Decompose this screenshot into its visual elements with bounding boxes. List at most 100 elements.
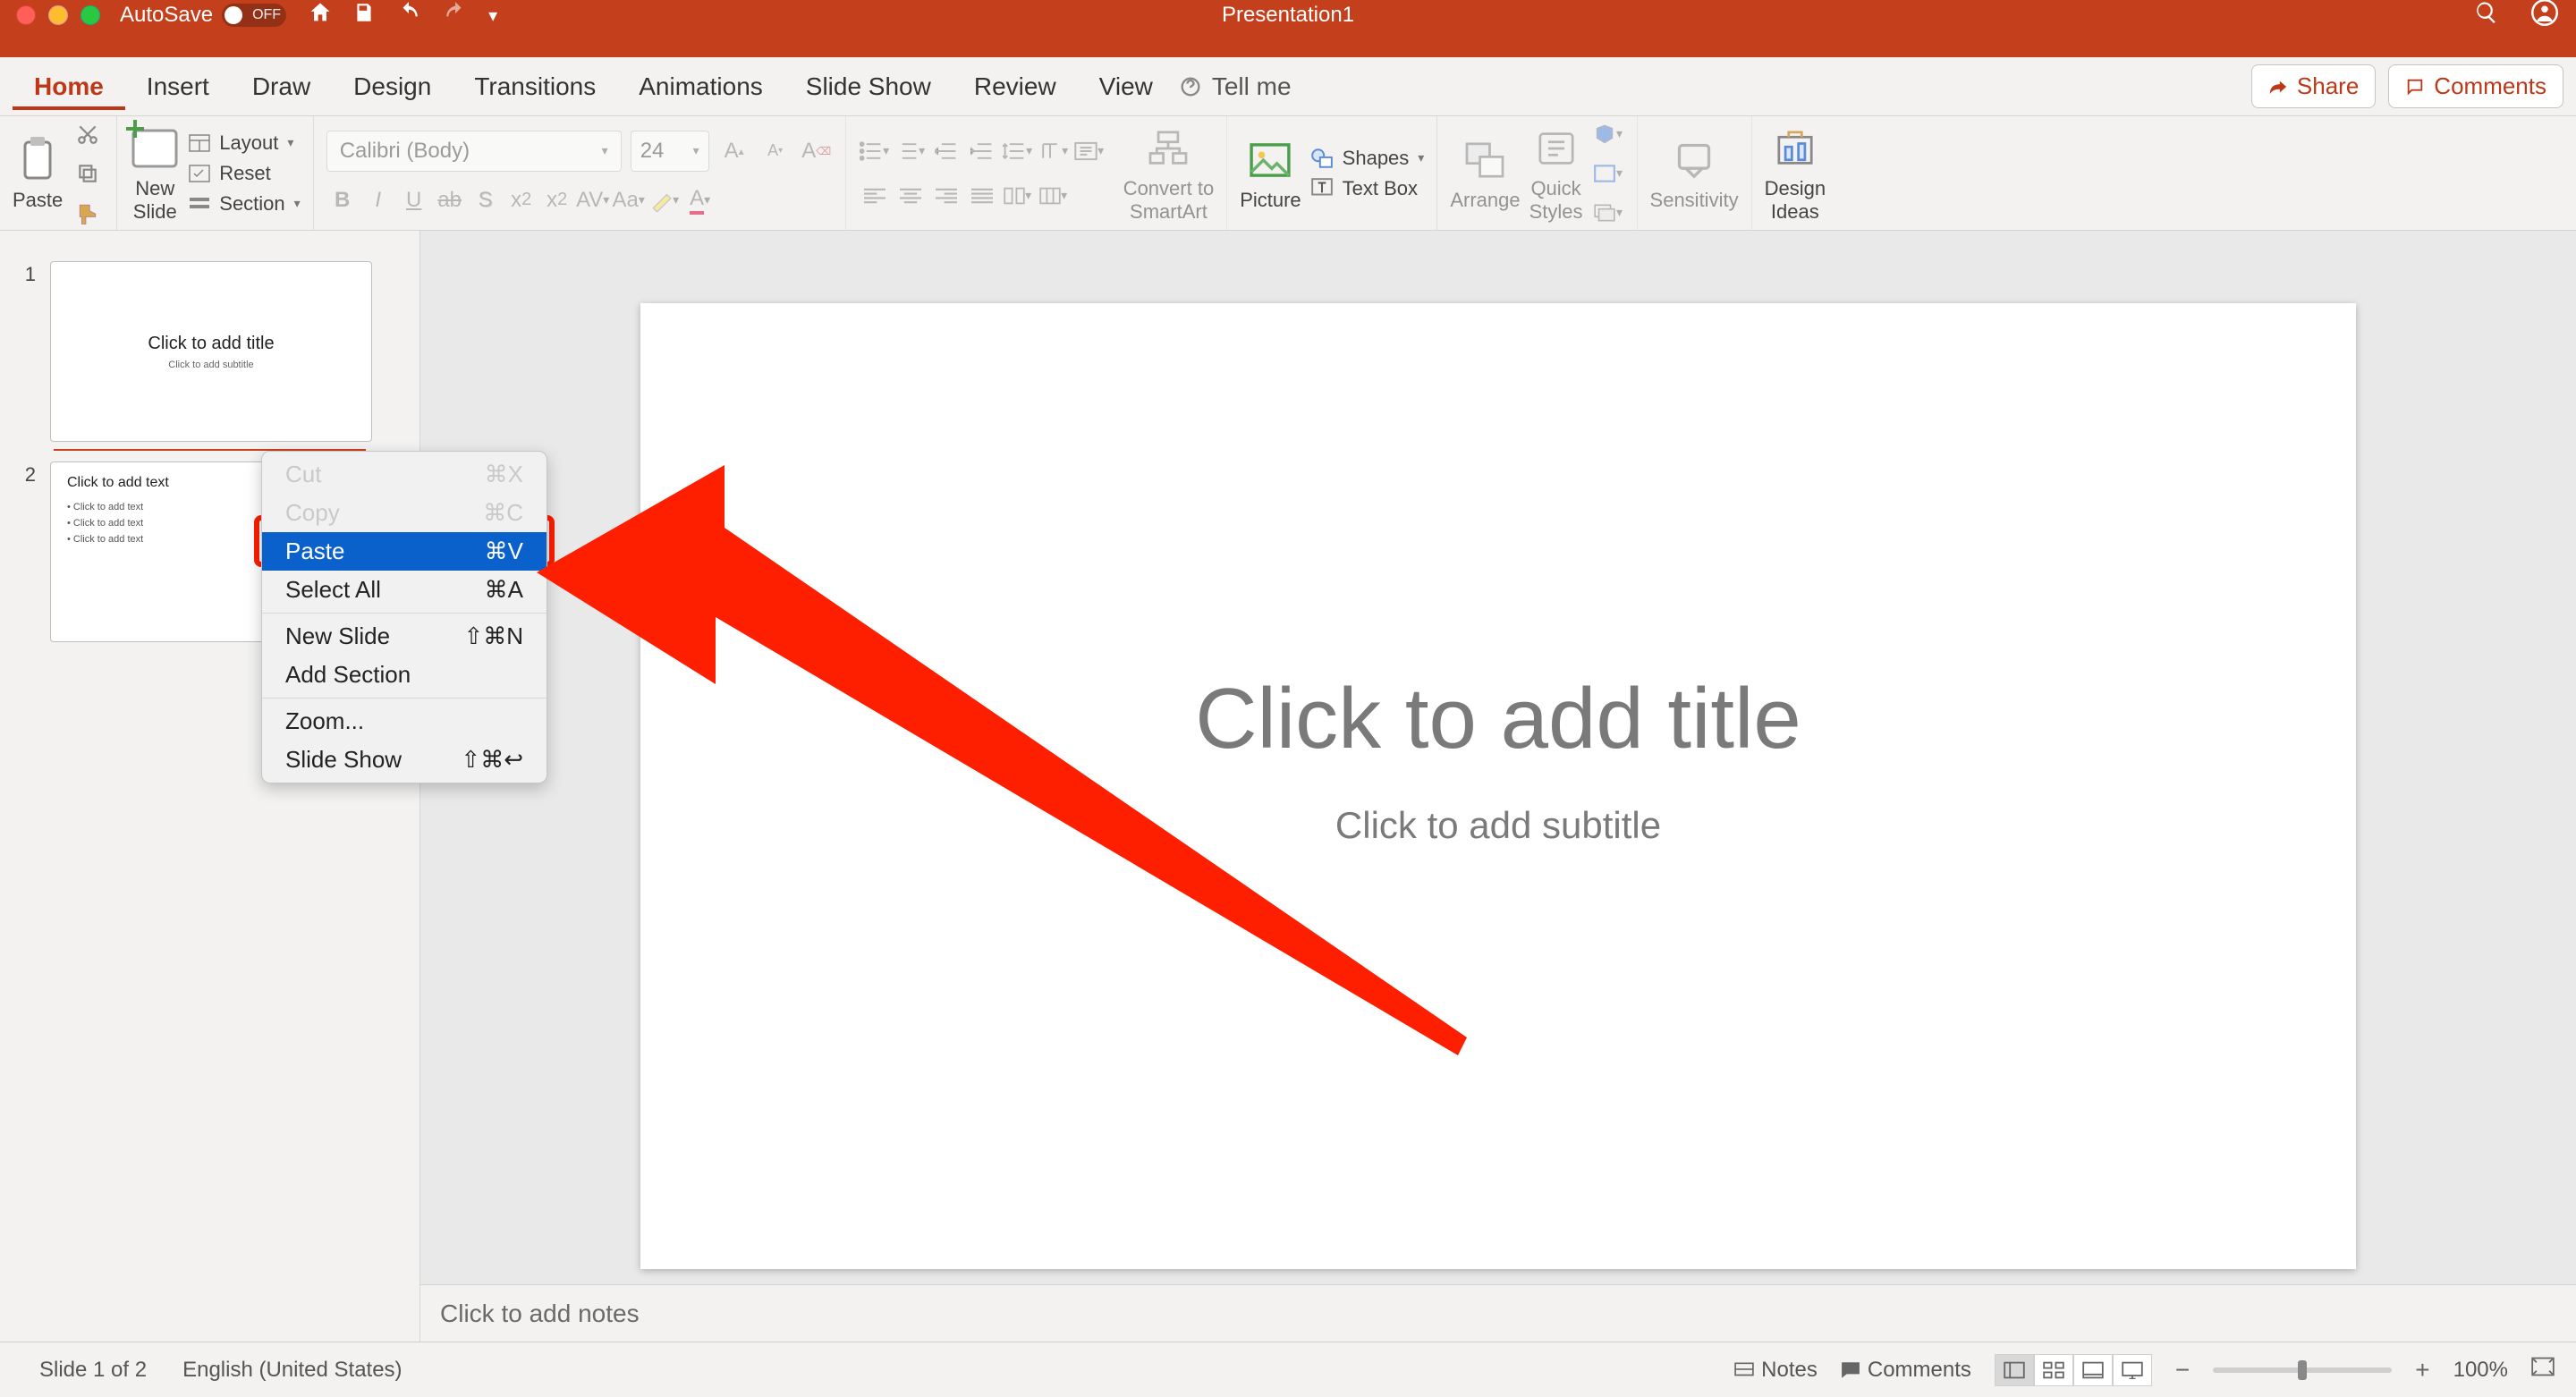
search-icon[interactable] <box>2474 0 2499 31</box>
status-comments-button[interactable]: Comments <box>1841 1358 1971 1383</box>
tab-animations[interactable]: Animations <box>617 64 784 110</box>
cut-icon[interactable] <box>72 118 104 150</box>
add-remove-columns-icon[interactable]: ▾ <box>1038 180 1070 212</box>
font-size-select[interactable]: 24▾ <box>631 131 709 172</box>
tab-slide-show[interactable]: Slide Show <box>784 64 953 110</box>
minimize-window-icon[interactable] <box>48 5 68 25</box>
italic-icon[interactable]: I <box>362 184 394 216</box>
font-color-icon[interactable]: A▾ <box>684 184 716 216</box>
numbering-icon[interactable]: ▾ <box>894 135 927 167</box>
underline-icon[interactable]: U <box>398 184 430 216</box>
align-left-icon[interactable] <box>859 180 891 212</box>
align-right-icon[interactable] <box>930 180 962 212</box>
character-spacing-icon[interactable]: AV▾ <box>577 184 609 216</box>
reset-button[interactable]: Reset <box>189 162 300 185</box>
shape-fill-icon[interactable]: ▾ <box>1592 118 1624 150</box>
shape-effects-icon[interactable]: ▾ <box>1592 197 1624 229</box>
change-case-icon[interactable]: Aa▾ <box>613 184 645 216</box>
close-window-icon[interactable] <box>16 5 36 25</box>
slide-editor[interactable]: Click to add title Click to add subtitle <box>420 231 2576 1342</box>
superscript-icon[interactable]: x2 <box>541 184 573 216</box>
ctx-slide-show[interactable]: Slide Show⇧⌘↩ <box>262 741 547 779</box>
increase-font-icon[interactable]: A▴ <box>718 135 750 167</box>
zoom-out-icon[interactable]: − <box>2175 1356 2190 1384</box>
maximize-window-icon[interactable] <box>80 5 100 25</box>
picture-button[interactable]: Picture <box>1240 135 1301 212</box>
tab-review[interactable]: Review <box>953 64 1078 110</box>
shapes-button[interactable]: Shapes▾ <box>1310 147 1425 170</box>
ctx-zoom[interactable]: Zoom... <box>262 702 547 741</box>
convert-smartart-button[interactable]: Convert to SmartArt <box>1123 123 1215 224</box>
bullets-icon[interactable]: ▾ <box>859 135 891 167</box>
status-notes-button[interactable]: Notes <box>1734 1358 1818 1383</box>
highlight-icon[interactable]: ▾ <box>648 184 681 216</box>
home-icon[interactable] <box>308 0 333 31</box>
ctx-new-slide[interactable]: New Slide⇧⌘N <box>262 617 547 656</box>
comments-button[interactable]: Comments <box>2388 64 2563 108</box>
zoom-in-icon[interactable]: + <box>2415 1356 2429 1384</box>
quick-styles-button[interactable]: Quick Styles <box>1530 123 1583 224</box>
account-icon[interactable] <box>2531 0 2558 32</box>
tab-transitions[interactable]: Transitions <box>453 64 617 110</box>
fit-to-window-icon[interactable] <box>2531 1357 2555 1383</box>
slide-thumbnails-panel[interactable]: 1 Click to add title Click to add subtit… <box>0 231 420 1342</box>
slide-sorter-view-icon[interactable] <box>2034 1354 2073 1386</box>
subtitle-placeholder[interactable]: Click to add subtitle <box>640 804 2356 847</box>
format-painter-icon[interactable] <box>72 197 104 229</box>
ctx-select-all[interactable]: Select All⌘A <box>262 571 547 609</box>
new-slide-button[interactable]: New Slide <box>130 123 180 224</box>
text-box-button[interactable]: Text Box <box>1310 177 1425 200</box>
thumbnail-number: 1 <box>20 261 36 286</box>
thumbnail-1[interactable]: 1 Click to add title Click to add subtit… <box>0 256 419 447</box>
design-ideas-button[interactable]: Design Ideas <box>1765 123 1826 224</box>
decrease-font-icon[interactable]: A▾ <box>759 135 792 167</box>
section-button[interactable]: Section▾ <box>189 192 300 216</box>
paste-button[interactable]: Paste <box>13 135 63 212</box>
font-name-select[interactable]: Calibri (Body)▾ <box>326 131 622 172</box>
tab-home[interactable]: Home <box>13 64 125 110</box>
qat-dropdown-icon[interactable]: ▾ <box>488 4 497 27</box>
align-text-icon[interactable]: ▾ <box>1073 135 1106 167</box>
autosave-switch[interactable]: OFF <box>222 4 286 27</box>
share-button[interactable]: Share <box>2251 64 2376 108</box>
increase-indent-icon[interactable] <box>966 135 998 167</box>
redo-icon[interactable] <box>442 1 469 30</box>
zoom-slider[interactable] <box>2213 1367 2392 1373</box>
justify-icon[interactable] <box>966 180 998 212</box>
align-center-icon[interactable] <box>894 180 927 212</box>
thumbnail-slide[interactable]: Click to add title Click to add subtitle <box>50 261 372 442</box>
copy-icon[interactable] <box>72 157 104 190</box>
tab-view[interactable]: View <box>1078 64 1174 110</box>
tab-design[interactable]: Design <box>332 64 453 110</box>
tell-me-search[interactable]: Tell me <box>1178 72 1292 101</box>
columns-icon[interactable]: ▾ <box>1002 180 1034 212</box>
notes-pane[interactable]: Click to add notes <box>420 1284 2576 1342</box>
clear-formatting-icon[interactable]: A⌫ <box>801 135 833 167</box>
arrange-button[interactable]: Arrange <box>1450 135 1520 212</box>
line-spacing-icon[interactable]: ▾ <box>1002 135 1034 167</box>
shape-outline-icon[interactable]: ▾ <box>1592 157 1624 190</box>
ctx-paste[interactable]: Paste⌘V <box>262 532 547 571</box>
strikethrough-icon[interactable]: ab <box>434 184 466 216</box>
bold-icon[interactable]: B <box>326 184 359 216</box>
layout-button[interactable]: Layout▾ <box>189 131 300 155</box>
undo-icon[interactable] <box>395 1 422 30</box>
tab-insert[interactable]: Insert <box>125 64 231 110</box>
subscript-icon[interactable]: x2 <box>505 184 538 216</box>
title-placeholder[interactable]: Click to add title <box>640 670 2356 768</box>
slide-canvas[interactable]: Click to add title Click to add subtitle <box>640 303 2356 1269</box>
sensitivity-button[interactable]: Sensitivity <box>1650 135 1739 212</box>
ctx-add-section[interactable]: Add Section <box>262 656 547 694</box>
save-icon[interactable] <box>352 1 376 30</box>
reading-view-icon[interactable] <box>2073 1354 2113 1386</box>
shadow-icon[interactable]: S <box>470 184 502 216</box>
decrease-indent-icon[interactable] <box>930 135 962 167</box>
autosave-toggle[interactable]: AutoSave OFF <box>120 3 286 28</box>
comments-label: Comments <box>2434 72 2546 100</box>
slideshow-view-icon[interactable] <box>2113 1354 2152 1386</box>
text-direction-icon[interactable]: ▾ <box>1038 135 1070 167</box>
tab-draw[interactable]: Draw <box>231 64 332 110</box>
status-language[interactable]: English (United States) <box>182 1358 402 1383</box>
zoom-level[interactable]: 100% <box>2453 1358 2508 1383</box>
normal-view-icon[interactable] <box>1995 1354 2034 1386</box>
